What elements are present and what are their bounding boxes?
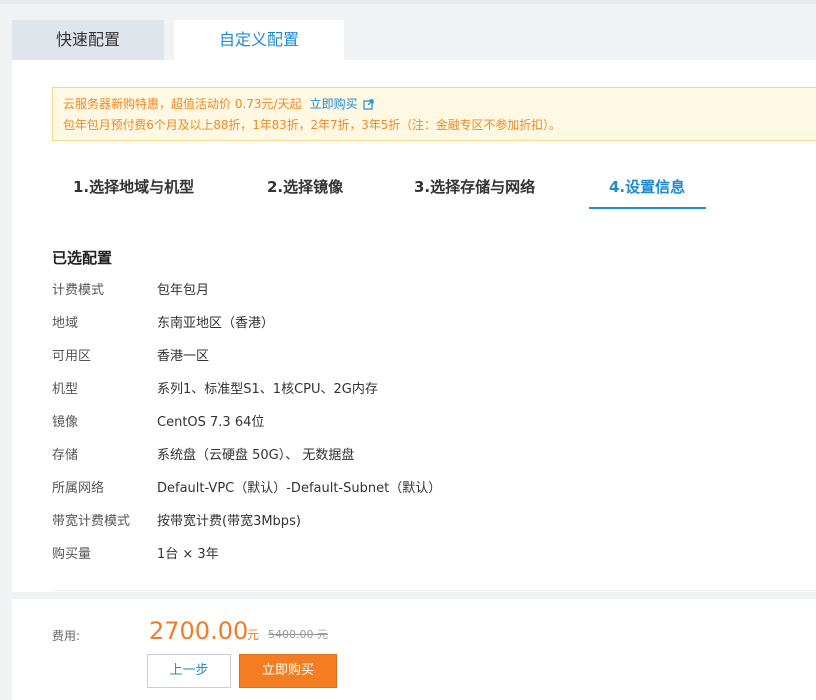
config-row-quantity: 购买量 1台 × 3年 xyxy=(52,543,812,576)
config-row-instance-type: 机型 系列1、标准型S1、1核CPU、2G内存 xyxy=(52,378,812,411)
selected-config-title: 已选配置 xyxy=(52,249,113,267)
config-label: 带宽计费模式 xyxy=(52,514,131,529)
fee-label: 费用: xyxy=(52,629,81,643)
active-step-indicator xyxy=(589,207,706,209)
custom-config-panel: 云服务器新购特惠，超值活动价 0.73元/天起 立即购买 包年包月预付费6个月及… xyxy=(12,60,816,592)
config-label: 镜像 xyxy=(52,415,79,430)
promo-notice-line2: 包年包月预付费6个月及以上88折，1年83折，2年7折，3年5折（注：金融专区不… xyxy=(63,118,561,132)
config-value: 香港一区 xyxy=(157,349,210,364)
config-label: 机型 xyxy=(52,382,79,397)
config-row-billing-mode: 计费模式 包年包月 xyxy=(52,279,812,312)
config-label: 可用区 xyxy=(52,349,92,364)
original-price: 5400.00 元 xyxy=(268,628,328,641)
config-value: 1台 × 3年 xyxy=(157,547,219,562)
config-row-image: 镜像 CentOS 7.3 64位 xyxy=(52,411,812,444)
buy-now-button[interactable]: 立即购买 xyxy=(239,654,337,688)
config-label: 所属网络 xyxy=(52,481,105,496)
selected-config-list: 计费模式 包年包月 地域 东南亚地区（香港） 可用区 香港一区 机型 系列1、标… xyxy=(52,279,812,576)
config-value: CentOS 7.3 64位 xyxy=(157,415,265,430)
promo-notice: 云服务器新购特惠，超值活动价 0.73元/天起 立即购买 包年包月预付费6个月及… xyxy=(52,87,816,141)
step-nav: 1.选择地域与机型 2.选择镜像 3.选择存储与网络 4.设置信息 xyxy=(12,176,816,212)
config-row-storage: 存储 系统盘（云硬盘 50G）、 无数据盘 xyxy=(52,444,812,477)
step-region-and-model[interactable]: 1.选择地域与机型 xyxy=(73,176,194,208)
config-value: 系统盘（云硬盘 50G）、 无数据盘 xyxy=(157,448,355,463)
order-footer: 费用: 2700.00 元 5400.00 元 上一步 立即购买 xyxy=(12,599,816,700)
config-row-zone: 可用区 香港一区 xyxy=(52,345,812,378)
top-strip xyxy=(0,0,816,4)
promo-notice-line1: 云服务器新购特惠，超值活动价 0.73元/天起 xyxy=(63,97,302,111)
config-row-bandwidth-billing: 带宽计费模式 按带宽计费(带宽3Mbps) xyxy=(52,510,812,543)
config-label: 计费模式 xyxy=(52,283,105,298)
step-settings[interactable]: 4.设置信息 xyxy=(609,176,685,208)
step-image[interactable]: 2.选择镜像 xyxy=(267,176,343,208)
config-value: 系列1、标准型S1、1核CPU、2G内存 xyxy=(157,382,378,397)
external-link-icon xyxy=(362,99,374,110)
promo-buy-link[interactable]: 立即购买 xyxy=(310,94,374,115)
config-label: 地域 xyxy=(52,316,79,331)
promo-buy-link-label: 立即购买 xyxy=(309,97,358,111)
config-tabs: 快速配置 自定义配置 xyxy=(12,20,344,60)
price-unit: 元 xyxy=(247,628,260,642)
config-label: 存储 xyxy=(52,448,79,463)
config-value: 按带宽计费(带宽3Mbps) xyxy=(157,514,301,529)
tab-custom-config[interactable]: 自定义配置 xyxy=(174,20,344,60)
previous-step-button[interactable]: 上一步 xyxy=(147,654,231,688)
tab-quick-config[interactable]: 快速配置 xyxy=(12,20,164,60)
config-row-region: 地域 东南亚地区（香港） xyxy=(52,312,812,345)
divider xyxy=(52,590,816,591)
step-storage-and-network[interactable]: 3.选择存储与网络 xyxy=(414,176,535,208)
config-value: Default-VPC（默认）-Default-Subnet（默认） xyxy=(157,481,442,496)
page: 快速配置 自定义配置 云服务器新购特惠，超值活动价 0.73元/天起 立即购买 … xyxy=(0,0,816,700)
config-value: 包年包月 xyxy=(157,283,210,298)
config-value: 东南亚地区（香港） xyxy=(157,316,275,331)
config-row-network: 所属网络 Default-VPC（默认）-Default-Subnet（默认） xyxy=(52,477,812,510)
config-label: 购买量 xyxy=(52,547,92,562)
total-price: 2700.00 xyxy=(149,617,249,645)
